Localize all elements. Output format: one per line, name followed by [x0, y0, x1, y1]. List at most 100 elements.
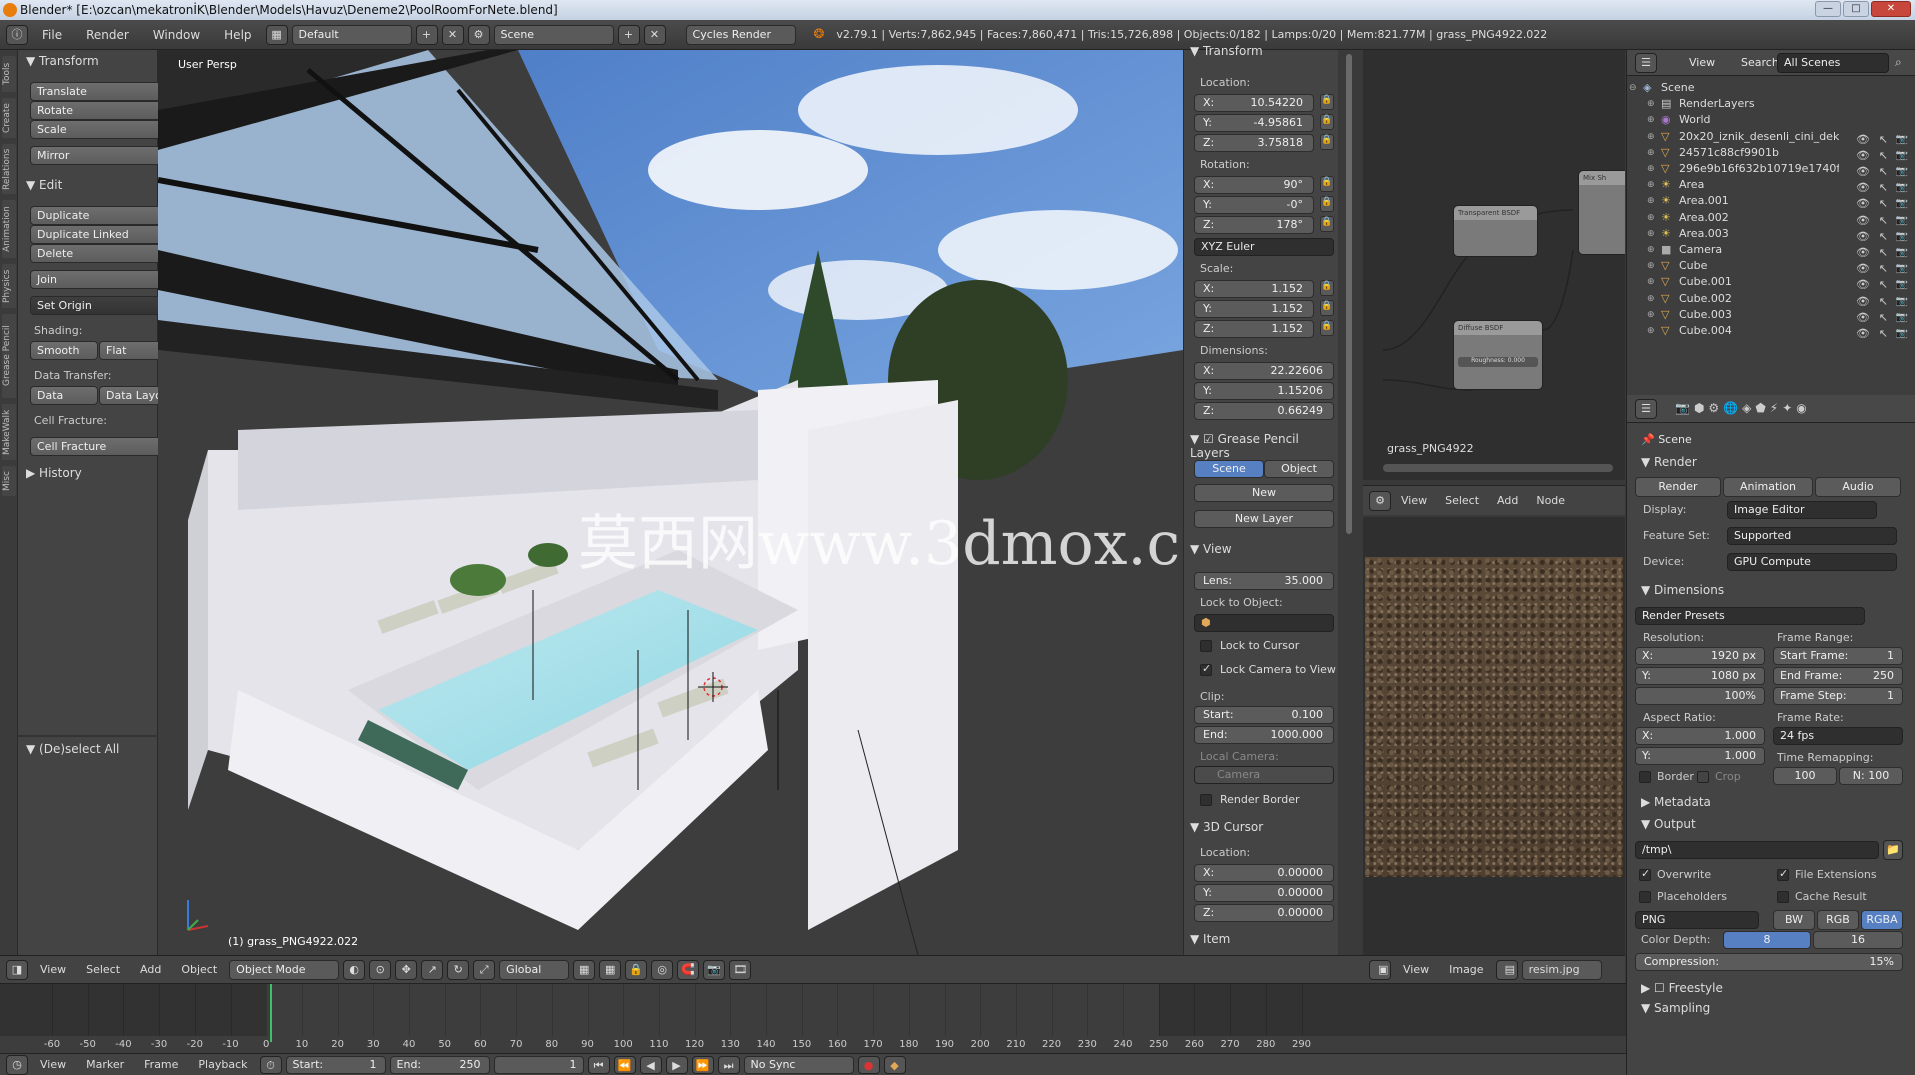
render-presets-select[interactable]: Render Presets: [1635, 607, 1865, 625]
local-camera-field[interactable]: Camera: [1194, 766, 1334, 784]
item-header[interactable]: ▼ Item: [1190, 932, 1230, 946]
end-frame-field[interactable]: End Frame: 250: [1773, 667, 1903, 685]
translate-manipulator-icon[interactable]: ↗: [421, 959, 444, 980]
render-engine-select[interactable]: Cycles Render: [685, 24, 796, 45]
node-menu-select[interactable]: Select: [1437, 494, 1487, 507]
lens-field[interactable]: Lens: 35.000: [1194, 572, 1334, 590]
duplicate-button[interactable]: Duplicate: [30, 206, 168, 225]
tab-physics[interactable]: Physics: [2, 264, 16, 308]
frame-step-field[interactable]: Frame Step: 1: [1773, 687, 1903, 705]
cursor-z-field[interactable]: Z: 0.00000: [1194, 904, 1334, 922]
tab-create[interactable]: Create: [2, 98, 16, 138]
playhead[interactable]: [269, 984, 272, 1042]
folder-icon[interactable]: 📁: [1883, 840, 1903, 860]
freestyle-section-header[interactable]: ▶ ☐ Freestyle: [1641, 981, 1723, 995]
edit-panel-header[interactable]: ▼ Edit: [26, 178, 62, 192]
resolution-y-field[interactable]: Y: 1080 px: [1635, 667, 1765, 685]
properties-type-icon[interactable]: ☰: [1635, 399, 1657, 419]
proportional-edit-icon[interactable]: ◎: [651, 959, 674, 980]
lock-icon[interactable]: 🔒: [1320, 134, 1334, 150]
lock-icon[interactable]: 🔒: [1320, 280, 1334, 296]
render-border-checkbox[interactable]: [1200, 794, 1212, 806]
end-frame-input[interactable]: End: 250: [389, 1055, 490, 1074]
scale-y-field[interactable]: Y: 1.152: [1194, 300, 1314, 318]
pivot-point-icon[interactable]: ⊙: [369, 959, 392, 980]
sampling-section-header[interactable]: ▼ Sampling: [1641, 1001, 1710, 1015]
current-frame-input[interactable]: 1: [493, 1055, 584, 1074]
animation-button[interactable]: Animation: [1723, 477, 1813, 497]
compression-slider[interactable]: Compression: 15%: [1635, 953, 1903, 971]
scale-button[interactable]: Scale: [30, 120, 168, 139]
node-editor[interactable]: Transparent BSDF Diffuse BSDF Roughness:…: [1363, 50, 1625, 480]
image-editor[interactable]: [1363, 517, 1625, 955]
minimize-button[interactable]: —: [1815, 1, 1841, 17]
mirror-button[interactable]: Mirror: [30, 146, 168, 165]
clip-end-field[interactable]: End: 1000.000: [1194, 726, 1334, 744]
rotate-button[interactable]: Rotate: [30, 101, 168, 120]
view3d-menu-object[interactable]: Object: [173, 963, 225, 976]
dimensions-x-field[interactable]: X: 22.22606: [1194, 362, 1334, 380]
view3d-type-icon[interactable]: ◨: [6, 959, 28, 980]
lock-layers-icon[interactable]: 🔒: [625, 959, 648, 980]
gp-new-layer-button[interactable]: New Layer: [1194, 510, 1334, 528]
dimensions-z-field[interactable]: Z: 0.66249: [1194, 402, 1334, 420]
tab-grease-pencil[interactable]: Grease Pencil: [2, 314, 16, 398]
gp-object-tab[interactable]: Object: [1264, 460, 1334, 478]
prev-keyframe-icon[interactable]: ⏪: [613, 1055, 636, 1074]
view3d-menu-select[interactable]: Select: [78, 963, 128, 976]
record-icon[interactable]: ●: [857, 1055, 880, 1074]
node-editor-type-icon[interactable]: ⚙: [1369, 490, 1391, 511]
render-section-header[interactable]: ▼ Render: [1641, 455, 1697, 469]
outliner-menu-view[interactable]: View: [1689, 56, 1715, 69]
feature-set-select[interactable]: Supported: [1727, 527, 1897, 545]
frame-rate-select[interactable]: 24 fps: [1773, 727, 1903, 745]
scale-manipulator-icon[interactable]: ⤢: [473, 959, 496, 980]
scale-x-field[interactable]: X: 1.152: [1194, 280, 1314, 298]
scale-z-field[interactable]: Z: 1.152: [1194, 320, 1314, 338]
set-origin-select[interactable]: Set Origin: [30, 296, 168, 315]
node-menu-node[interactable]: Node: [1528, 494, 1573, 507]
rotation-y-field[interactable]: Y: -0°: [1194, 196, 1314, 214]
lock-icon[interactable]: 🔒: [1320, 196, 1334, 212]
image-menu-view[interactable]: View: [1395, 963, 1437, 976]
sync-mode-select[interactable]: No Sync: [743, 1055, 854, 1074]
rotation-z-field[interactable]: Z: 178°: [1194, 216, 1314, 234]
menu-render[interactable]: Render: [76, 28, 139, 42]
scene-field[interactable]: Scene: [493, 24, 614, 45]
cache-result-checkbox[interactable]: [1777, 891, 1789, 903]
time-old-field[interactable]: 100: [1773, 767, 1837, 785]
aspect-x-field[interactable]: X: 1.000: [1635, 727, 1765, 745]
transform-n-header[interactable]: ▼ Transform: [1190, 44, 1263, 58]
close-button[interactable]: ✕: [1871, 1, 1911, 17]
transform-orientation-select[interactable]: Global: [499, 959, 570, 980]
diffuse-bsdf-node[interactable]: Diffuse BSDF Roughness: 0.000: [1453, 320, 1543, 390]
opengl-render-icon[interactable]: 🎞: [729, 959, 752, 980]
screen-layout-icon[interactable]: ▦: [265, 24, 288, 45]
menu-window[interactable]: Window: [143, 28, 210, 42]
border-checkbox[interactable]: [1639, 771, 1651, 783]
render-preview-icon[interactable]: 📷: [703, 959, 726, 980]
transparent-bsdf-node[interactable]: Transparent BSDF: [1453, 205, 1538, 257]
tab-misc[interactable]: Misc: [2, 466, 16, 496]
metadata-section-header[interactable]: ▶ Metadata: [1641, 795, 1711, 809]
cursor-x-field[interactable]: X: 0.00000: [1194, 864, 1334, 882]
color-bw-button[interactable]: BW: [1773, 910, 1815, 930]
keying-set-icon[interactable]: ◆: [883, 1055, 906, 1074]
lock-camera-to-view-checkbox[interactable]: [1200, 662, 1212, 676]
mode-select[interactable]: Object Mode: [229, 959, 340, 980]
layers-icon[interactable]: ▦: [573, 959, 596, 980]
outliner-type-icon[interactable]: ☰: [1635, 53, 1657, 73]
history-panel-header[interactable]: ▶ History: [26, 466, 82, 480]
start-frame-field[interactable]: Start Frame: 1: [1773, 647, 1903, 665]
transform-panel-header[interactable]: ▼ Transform: [26, 54, 99, 68]
layers2-icon[interactable]: ▦: [599, 959, 622, 980]
roughness-slider[interactable]: Roughness: 0.000: [1458, 357, 1538, 367]
3d-viewport[interactable]: User Persp 莫西网www.3dmox.com (1) grass_PN…: [158, 50, 1183, 955]
lock-icon[interactable]: 🔒: [1320, 320, 1334, 336]
location-x-field[interactable]: X: 10.54220: [1194, 94, 1314, 112]
timeline-menu-frame[interactable]: Frame: [136, 1058, 186, 1071]
node-hscrollbar[interactable]: [1383, 464, 1613, 472]
view-n-header[interactable]: ▼ View: [1190, 542, 1232, 556]
lock-icon[interactable]: 🔒: [1320, 176, 1334, 192]
deselect-all-header[interactable]: ▼ (De)select All: [26, 742, 119, 756]
